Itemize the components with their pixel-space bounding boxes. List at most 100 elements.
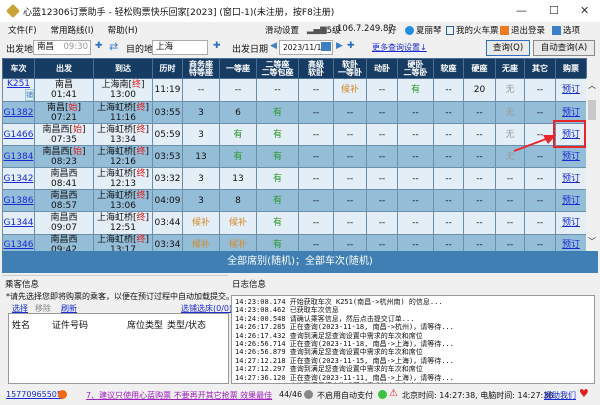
terminal-mark: 终 [136,235,146,246]
logout-button[interactable]: 退出登录 [500,24,545,36]
menu-file[interactable]: 文件(F) [8,24,37,36]
table-row[interactable]: G1466 南昌西[始] 07:35 上海虹桥[终] 13:34 05:59 3 有有 -- --… [2,123,587,147]
col-header[interactable]: 二等座 二等包座 [256,58,299,79]
seat-cell: -- [463,189,496,213]
my-tickets-button[interactable]: 我的火车票 [446,24,499,36]
terminal-mark: 终 [136,102,146,113]
table-row[interactable]: G1382 南昌[始] 07:21 上海虹桥[终] 11:16 03:55 3 6 有 -- -- -… [2,100,587,125]
seat-cell: 13 [219,167,257,191]
scroll-up-icon[interactable]: ︿ [588,80,596,91]
col-header[interactable]: 硬卧 二等卧 [397,58,434,79]
book-cell: 预订 [555,189,587,213]
seat-cell: -- [366,211,398,235]
col-header[interactable]: 软座 [433,58,464,79]
minimize-button[interactable]: — [516,4,527,17]
col-header[interactable]: 其它 [524,58,556,79]
seat-cell[interactable]: 候补 [333,78,367,102]
train-number-link[interactable]: G1344 [4,218,34,228]
duration-cell: 03:32 [152,167,183,191]
options-button[interactable]: 选项 [552,24,580,36]
book-link[interactable]: 预订 [562,108,580,118]
tip-link[interactable]: 7、建议只使用心蓝购票 不要再开其它抢票 效果最佳 [86,390,272,401]
col-header[interactable]: 到达 [93,58,153,79]
book-link[interactable]: 预订 [562,196,580,206]
menu-routes[interactable]: 常用路线(I) [51,24,94,36]
scroll-down-icon[interactable]: ﹀ [588,236,596,247]
table-row[interactable]: G1344 南昌西 09:07 上海虹桥[终] 12:51 03:44 候补 候补有 -- -- -… [2,211,587,235]
swap-icon[interactable]: ⇄ [109,40,118,53]
table-row[interactable]: G1386 南昌西 08:57 上海虹桥[终] 13:06 04:09 3 8 有 -- -- -- -… [2,189,587,213]
seat-cell: -- [397,211,434,235]
calendar-icon[interactable] [321,42,331,51]
train-cell[interactable]: G1342 [2,167,35,191]
maximize-button[interactable]: ☐ [549,4,559,17]
to-add-icon[interactable]: ✚ [213,41,221,51]
prev-date-icon[interactable]: ◀ [270,41,277,51]
col-header[interactable]: 软卧 一等卧 [333,58,367,79]
phone-link[interactable]: 15770965505 [6,390,62,399]
scroll-thumb[interactable] [588,100,596,120]
to-input[interactable]: 上海 [152,40,208,55]
col-header[interactable]: 历时 [152,58,183,79]
user-account[interactable]: 夏丽琴 [405,24,442,36]
help-us-link[interactable]: 援助我们 [544,390,576,401]
berth-tag: 铺 [25,89,34,101]
more-settings-link[interactable]: 更多查询设置↓ [372,42,427,53]
train-number-link[interactable]: G1382 [4,108,34,118]
train-number-link[interactable]: G1384 [4,152,34,162]
col-header[interactable]: 出发 [34,58,94,79]
train-number-link[interactable]: G1346 [4,240,34,250]
book-link[interactable]: 预订 [562,218,580,228]
book-link[interactable]: 预订 [562,240,580,250]
train-cell[interactable]: G1382 [2,100,35,125]
departure-time: 09:07 [51,223,77,234]
book-link[interactable]: 预订 [562,174,580,184]
train-cell[interactable]: G1384 [2,145,35,169]
col-header[interactable]: 车次 [2,58,35,79]
departure-time: 07:21 [51,112,77,123]
col-header[interactable]: 动卧 [366,58,398,79]
seat-cell: -- [333,123,367,147]
autopay-toggle[interactable]: 不启用自动支付 [317,390,373,401]
train-cell[interactable]: G1344 [2,211,35,235]
terminal-mark: 终 [132,80,142,90]
date-add-icon[interactable]: ✚ [347,41,355,51]
seat-cell[interactable]: 候补 [182,211,220,235]
train-cell[interactable]: G1466 [2,123,35,147]
seat-cell: 有 [256,167,299,191]
col-seat-type: 席位类型 [127,321,164,331]
col-header[interactable]: 购票 [555,58,587,79]
from-input[interactable]: 南昌 09:30 [33,40,91,55]
table-row[interactable]: G1384 南昌西[始] 08:23 上海虹桥[终] 12:16 03:53 13 有有 -- -… [2,145,587,169]
col-header[interactable]: 无座 [495,58,525,79]
col-header[interactable]: 硬座 [463,58,496,79]
col-header[interactable]: 一等座 [219,58,257,79]
close-button[interactable]: ✕ [580,4,589,17]
auto-query-button[interactable]: 自动查询(A) [533,40,595,56]
table-scrollbar[interactable]: ︿ ﹀ [586,78,598,251]
train-cell[interactable]: G1386 [2,189,35,213]
date-label: 出发日期 [232,45,269,55]
train-cell[interactable]: K251 铺 [2,78,35,102]
origin-mark: 始 [73,124,83,135]
train-number-link[interactable]: G1342 [4,174,34,184]
book-link[interactable]: 预订 [562,152,580,162]
train-number-link[interactable]: K251 [7,79,30,89]
terminal-mark: 终 [136,168,146,179]
col-header[interactable]: 商务座 特等座 [182,58,220,79]
book-link[interactable]: 预订 [562,85,580,95]
seat-cell[interactable]: 候补 [219,211,257,235]
passenger-list[interactable]: 姓名 证件号码 席位类型 类型/状态 [8,313,229,384]
table-row[interactable]: K251 铺南昌 01:41 上海南[终] 13:00 11:19 -- -- -- -- 候补 --… [2,78,587,102]
log-box[interactable]: 14:23:08.174 开始获取车次 K251(南昌->杭州南) 的信息...… [231,295,595,384]
seat-cell: -- [463,167,496,191]
menu-help[interactable]: 帮助(H) [108,24,138,36]
next-date-icon[interactable]: ▶ [336,41,343,51]
slide-settings[interactable]: 滑动设置 [265,24,299,36]
table-row[interactable]: G1342 南昌西 08:41 上海虹桥[终] 12:13 03:32 3 13 有 -- -- --… [2,167,587,191]
train-number-link[interactable]: G1386 [4,196,34,206]
col-header[interactable]: 高级 软卧 [298,58,334,79]
swap-add-icon[interactable]: ✚ [95,41,103,51]
train-number-link[interactable]: G1466 [4,130,34,140]
query-button[interactable]: 查询(Q) [486,40,530,56]
